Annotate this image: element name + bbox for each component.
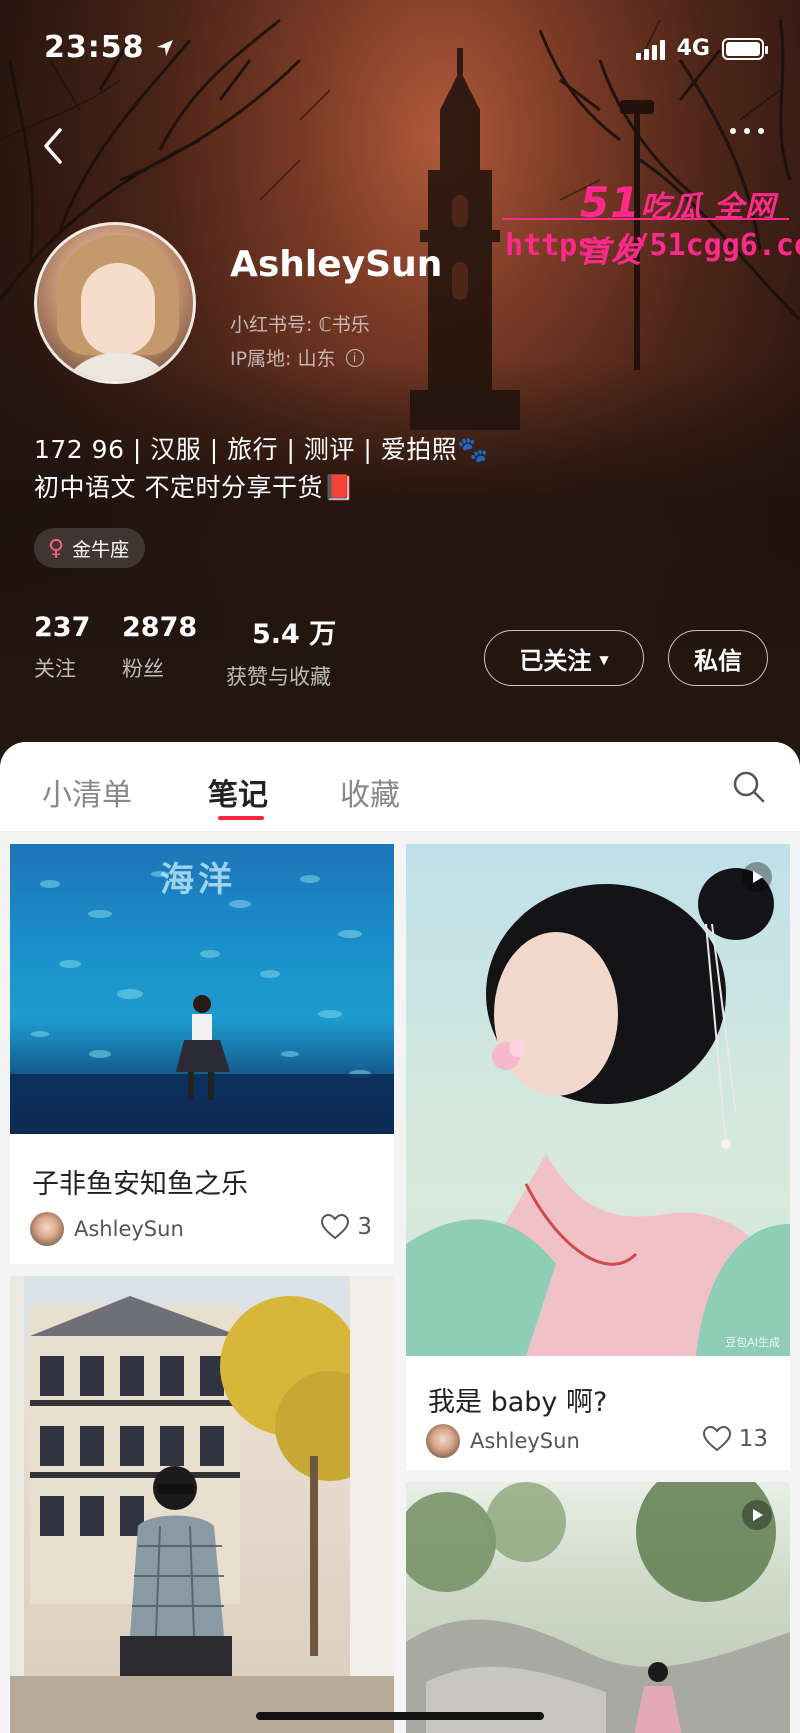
play-icon bbox=[753, 871, 763, 883]
like-button[interactable]: 3 bbox=[321, 1214, 372, 1240]
note-cover-image bbox=[10, 1276, 394, 1733]
note-cover-image: 豆包AI生成 bbox=[406, 844, 790, 1356]
tab-lists[interactable]: 小清单 bbox=[42, 770, 132, 814]
stat-likes-collections[interactable]: 5.4 万 获赞与收藏 bbox=[226, 612, 336, 691]
search-button[interactable] bbox=[732, 770, 766, 804]
ip-location: IP属地: 山东 i bbox=[230, 344, 364, 371]
note-title: 子非鱼安知鱼之乐 bbox=[32, 1169, 248, 1200]
note-author[interactable]: AshleySun bbox=[30, 1212, 184, 1246]
home-indicator bbox=[256, 1712, 544, 1720]
status-time: 23:58 bbox=[44, 30, 175, 65]
message-button[interactable]: 私信 bbox=[668, 630, 768, 686]
location-arrow-icon bbox=[156, 39, 173, 56]
note-title: 我是 baby 啊? bbox=[428, 1387, 608, 1418]
stat-following[interactable]: 237 关注 bbox=[34, 612, 90, 683]
watermark-rule bbox=[503, 218, 789, 220]
like-button[interactable]: 13 bbox=[702, 1426, 768, 1452]
note-card[interactable] bbox=[406, 1482, 790, 1733]
heart-icon bbox=[702, 1426, 731, 1452]
info-icon[interactable]: i bbox=[345, 348, 364, 367]
ai-generated-label: 豆包AI生成 bbox=[725, 1336, 780, 1349]
bio-line-1: 172 96 | 汉服 | 旅行 | 测评 | 爱拍照🐾 bbox=[34, 435, 489, 464]
more-dots-icon bbox=[730, 128, 736, 134]
note-author[interactable]: AshleySun bbox=[426, 1424, 580, 1458]
note-card[interactable] bbox=[10, 1276, 394, 1733]
note-cover-image: 海洋 bbox=[10, 844, 394, 1134]
video-badge bbox=[742, 862, 772, 892]
xhs-id[interactable]: 小红书号: ℂ书乐 bbox=[230, 310, 370, 337]
tab-bar: 小清单 笔记 收藏 bbox=[0, 742, 800, 832]
cellular-signal-icon bbox=[635, 38, 665, 60]
note-cover-image bbox=[406, 1482, 790, 1733]
status-indicators: 4G bbox=[635, 36, 768, 61]
active-tab-indicator bbox=[218, 816, 264, 820]
profile-username: AshleySun bbox=[230, 244, 443, 285]
more-options-button[interactable] bbox=[730, 128, 764, 134]
chevron-left-icon bbox=[44, 128, 62, 164]
female-icon: ♀ bbox=[48, 535, 65, 561]
note-card[interactable]: 豆包AI生成 我是 baby 啊? AshleySun 13 bbox=[406, 844, 790, 1470]
tab-collections[interactable]: 收藏 bbox=[340, 770, 400, 814]
profile-avatar[interactable] bbox=[34, 222, 196, 384]
watermark-url: https://51cgg6.com bbox=[505, 228, 800, 263]
following-button[interactable]: 已关注 ▼ bbox=[484, 630, 644, 686]
back-button[interactable] bbox=[34, 122, 70, 170]
zodiac-tag: ♀ 金牛座 bbox=[34, 528, 146, 568]
avatar bbox=[426, 1424, 460, 1458]
note-image-caption: 海洋 bbox=[160, 860, 236, 900]
content-panel: 小清单 笔记 收藏 海洋 子非鱼安知鱼之乐 AshleySun 3 豆包AI生成… bbox=[0, 742, 800, 1733]
bio-line-2: 初中语文 不定时分享干货📕 bbox=[34, 473, 355, 502]
network-type: 4G bbox=[676, 36, 710, 61]
play-icon bbox=[753, 1509, 763, 1521]
caret-down-icon: ▼ bbox=[599, 653, 609, 667]
note-card[interactable]: 海洋 子非鱼安知鱼之乐 AshleySun 3 bbox=[10, 844, 394, 1264]
avatar bbox=[30, 1212, 64, 1246]
battery-icon bbox=[722, 37, 768, 60]
tab-notes[interactable]: 笔记 bbox=[208, 770, 268, 814]
heart-icon bbox=[321, 1214, 350, 1240]
search-icon bbox=[733, 771, 765, 803]
video-badge bbox=[742, 1500, 772, 1530]
stat-followers[interactable]: 2878 粉丝 bbox=[122, 612, 197, 683]
